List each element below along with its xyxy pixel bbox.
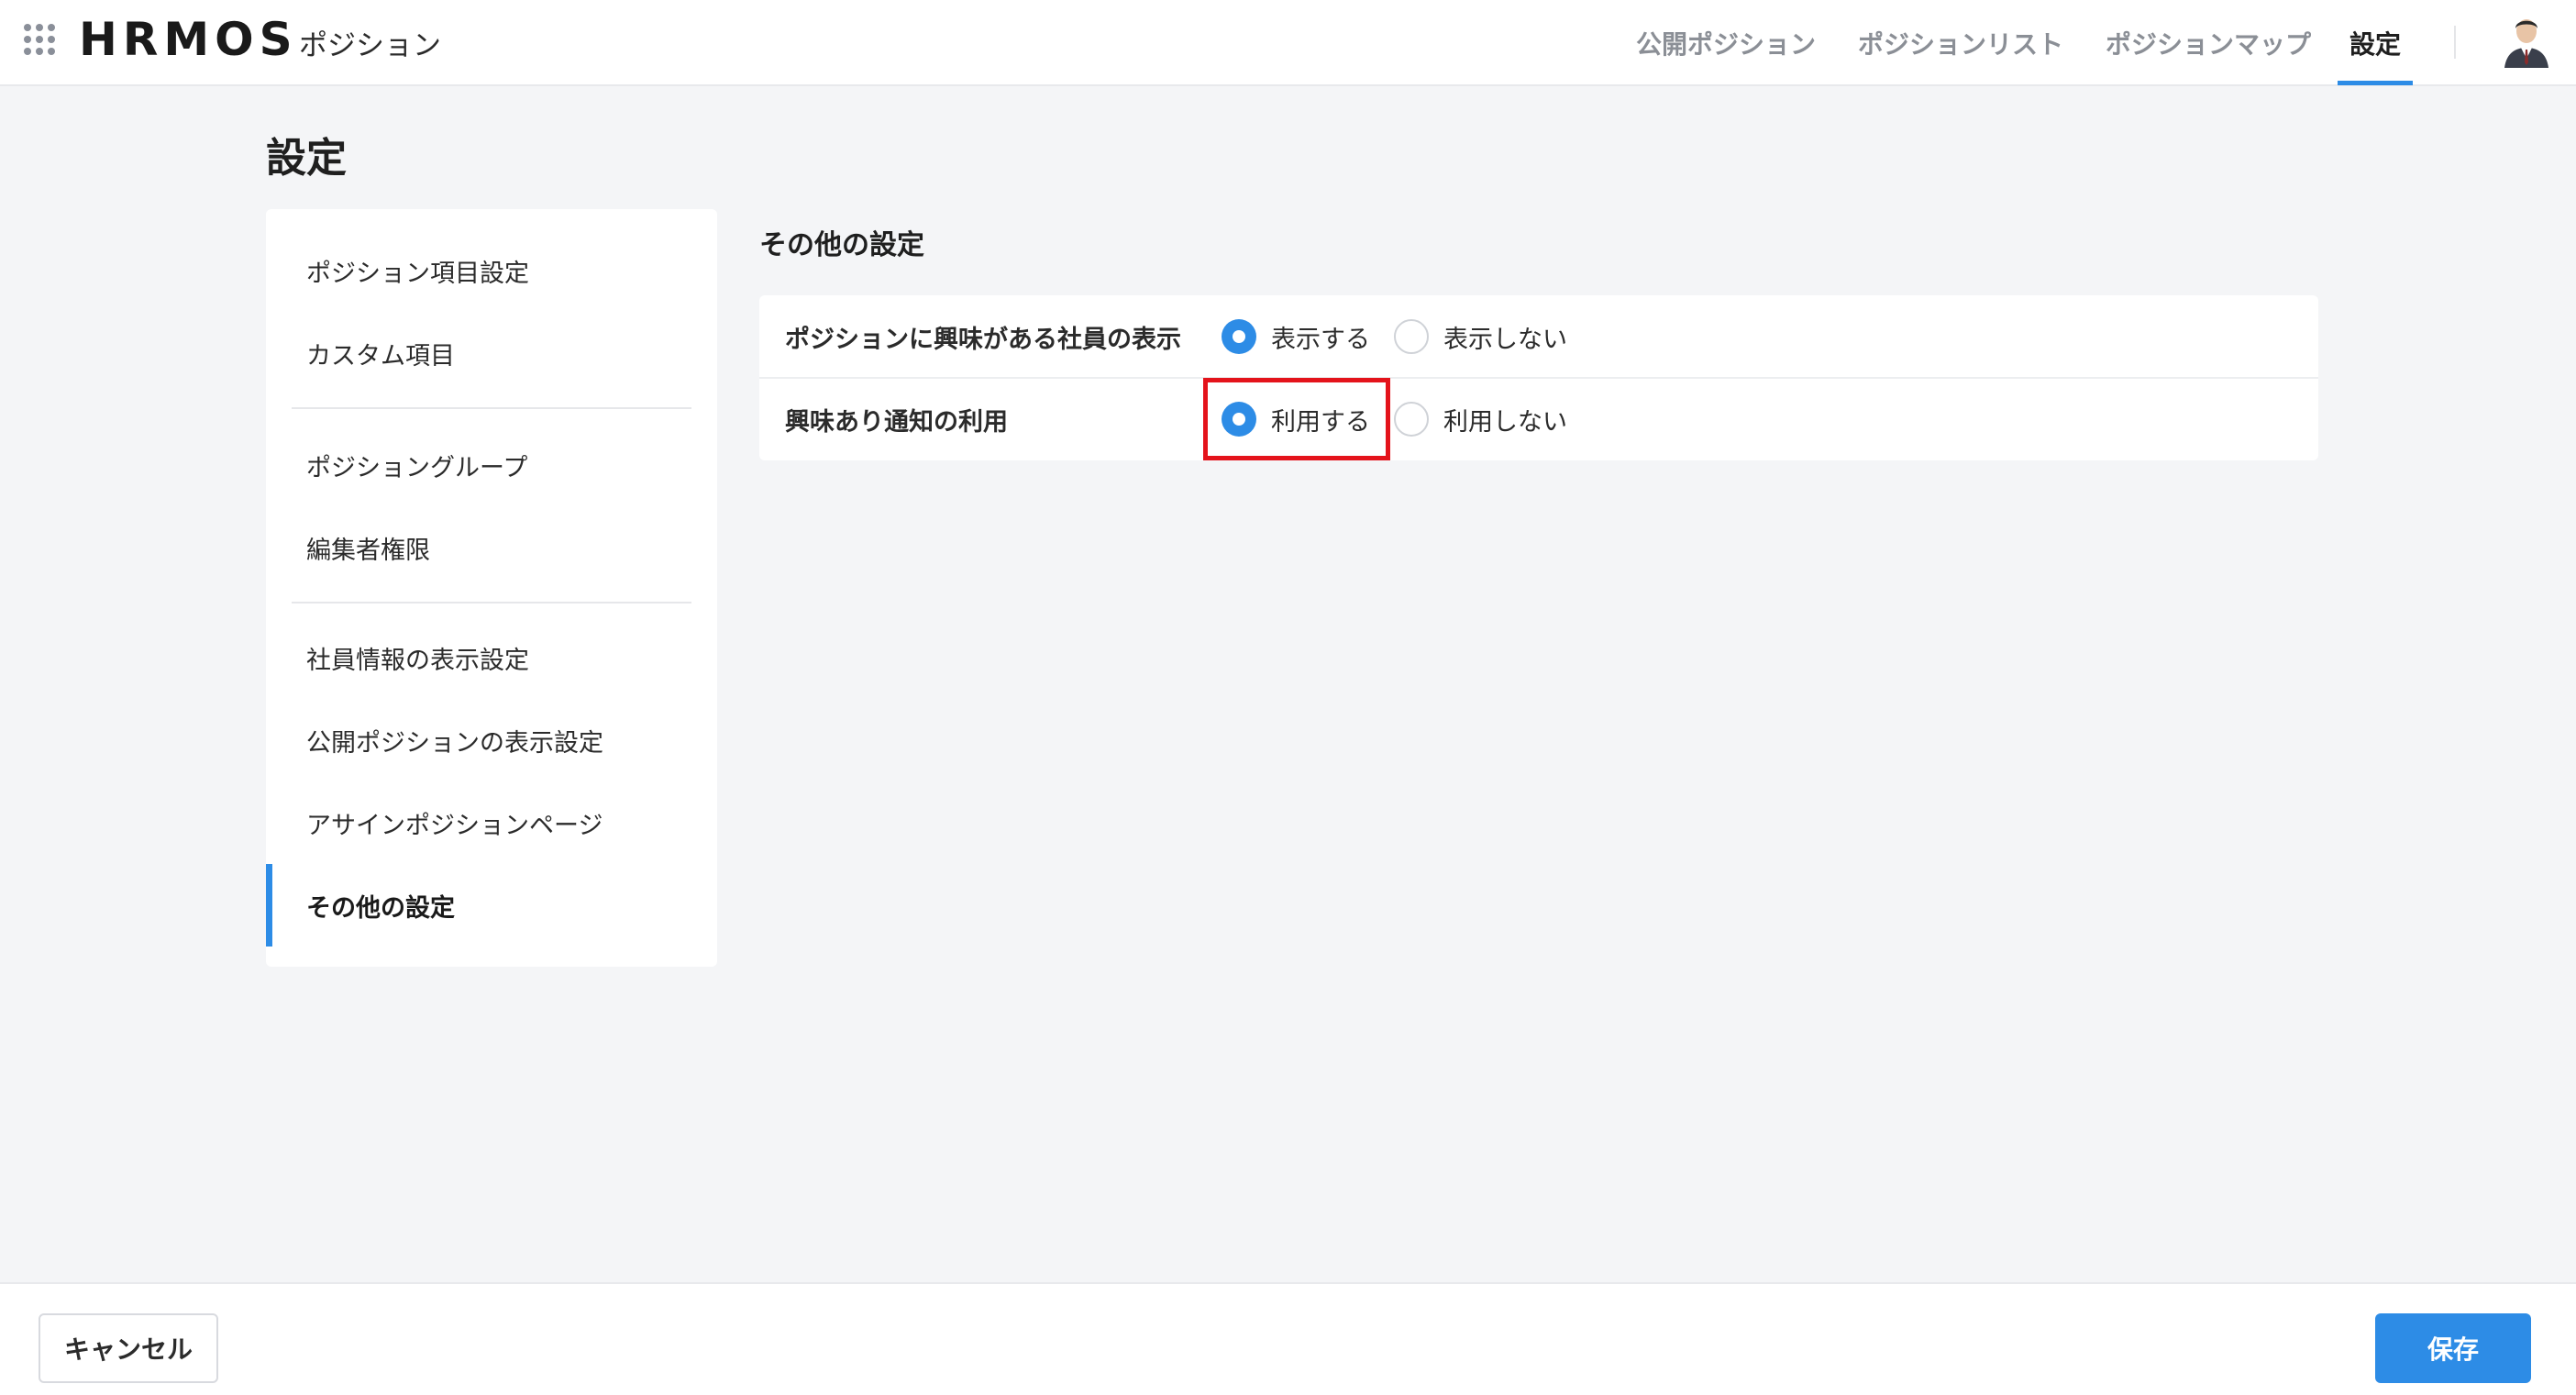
radio-label: 利用する bbox=[1271, 407, 1370, 437]
radio-hide[interactable]: 表示しない bbox=[1394, 295, 1567, 378]
setting-row-interest-display: ポジションに興味がある社員の表示 表示する 表示しない bbox=[759, 295, 2318, 379]
radio-use[interactable]: 利用する bbox=[1222, 378, 1370, 460]
sidebar-divider bbox=[292, 407, 691, 409]
setting-label: 興味あり通知の利用 bbox=[785, 407, 1008, 437]
nav-public-positions[interactable]: 公開ポジション bbox=[1636, 0, 1816, 86]
hrmos-logo[interactable]: HRMOS bbox=[79, 13, 298, 66]
radio-unchecked-icon[interactable] bbox=[1394, 402, 1429, 437]
app: HRMOS ポジション 公開ポジション ポジションリスト ポジションマップ 設定… bbox=[0, 0, 2576, 1395]
nav-active-indicator bbox=[2338, 81, 2413, 85]
top-header: HRMOS ポジション 公開ポジション ポジションリスト ポジションマップ 設定 bbox=[0, 0, 2576, 86]
radio-not-use[interactable]: 利用しない bbox=[1394, 378, 1567, 460]
action-footer: キャンセル 保存 bbox=[0, 1282, 2576, 1395]
sidebar-item-custom-fields[interactable]: カスタム項目 bbox=[266, 312, 717, 394]
sidebar-item-public-position-display[interactable]: 公開ポジションの表示設定 bbox=[266, 699, 717, 781]
setting-label: ポジションに興味がある社員の表示 bbox=[785, 325, 1181, 354]
cancel-button[interactable]: キャンセル bbox=[39, 1313, 218, 1383]
save-button[interactable]: 保存 bbox=[2375, 1313, 2531, 1383]
sidebar-item-position-groups[interactable]: ポジショングループ bbox=[266, 424, 717, 506]
radio-checked-icon[interactable] bbox=[1222, 319, 1256, 354]
nav-position-list[interactable]: ポジションリスト bbox=[1858, 0, 2063, 86]
setting-row-interest-notification: 興味あり通知の利用 利用する 利用しない bbox=[759, 378, 2318, 460]
section-title: その他の設定 bbox=[759, 229, 924, 261]
sidebar-item-editor-permissions[interactable]: 編集者権限 bbox=[266, 506, 717, 589]
radio-checked-icon[interactable] bbox=[1222, 402, 1256, 437]
radio-label: 利用しない bbox=[1443, 407, 1567, 437]
nav-divider bbox=[2454, 26, 2456, 59]
nav-position-map[interactable]: ポジションマップ bbox=[2106, 0, 2311, 86]
radio-label: 表示する bbox=[1271, 325, 1370, 354]
user-avatar[interactable] bbox=[2501, 11, 2552, 68]
radio-unchecked-icon[interactable] bbox=[1394, 319, 1429, 354]
page-title: 設定 bbox=[266, 135, 347, 182]
sidebar-item-assign-position-page[interactable]: アサインポジションページ bbox=[266, 781, 717, 864]
sidebar-divider bbox=[292, 602, 691, 603]
sidebar-item-position-fields[interactable]: ポジション項目設定 bbox=[266, 229, 717, 312]
radio-label: 表示しない bbox=[1443, 325, 1567, 354]
grid-icon[interactable] bbox=[24, 24, 55, 55]
settings-card: ポジションに興味がある社員の表示 表示する 表示しない 興味あり通知の利用 利用… bbox=[759, 295, 2318, 460]
sidebar-item-other-settings[interactable]: その他の設定 bbox=[266, 864, 717, 947]
sidebar-item-employee-display[interactable]: 社員情報の表示設定 bbox=[266, 616, 717, 699]
nav-settings[interactable]: 設定 bbox=[2349, 0, 2401, 86]
settings-sidebar: ポジション項目設定 カスタム項目 ポジショングループ 編集者権限 社員情報の表示… bbox=[266, 209, 717, 967]
radio-show[interactable]: 表示する bbox=[1222, 295, 1370, 378]
product-name: ポジション bbox=[299, 29, 441, 62]
